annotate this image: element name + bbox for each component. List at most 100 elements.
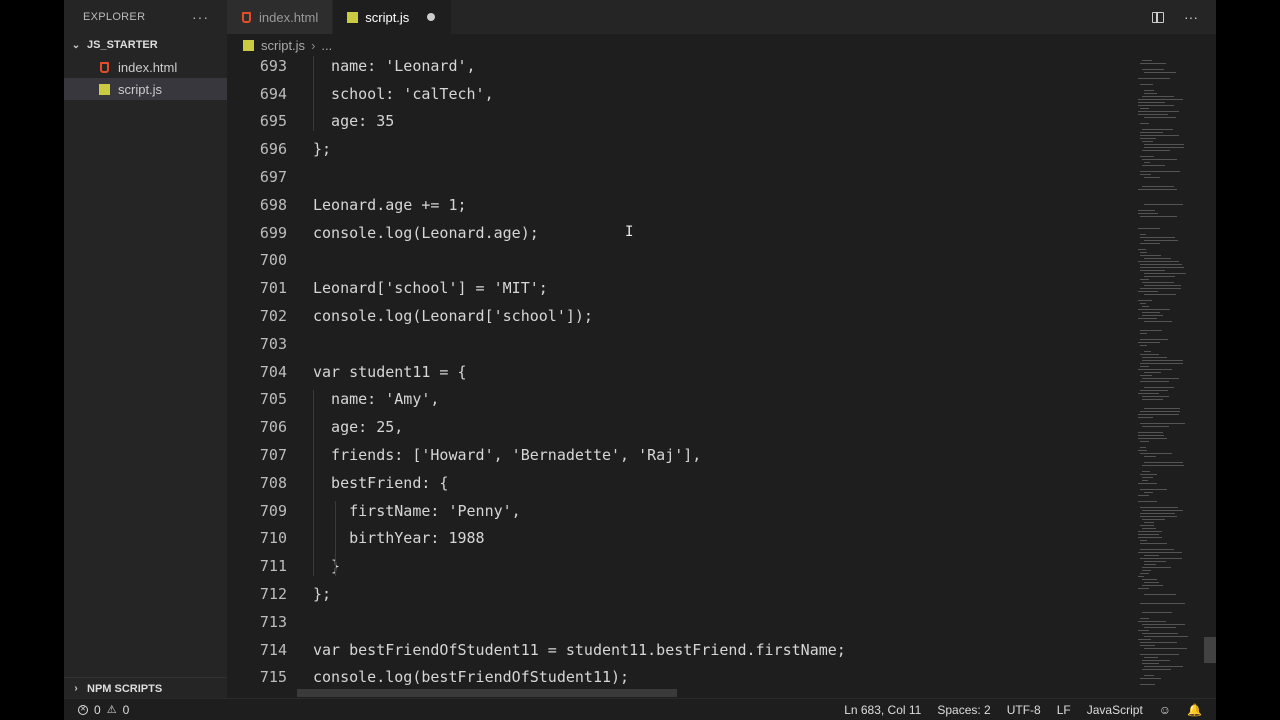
code-line[interactable]: 715 console.log(bestFriendOfStudent11); [227, 664, 1134, 688]
code-line[interactable]: 708 bestFriend: { [227, 469, 1134, 497]
line-number: 693 [259, 56, 287, 75]
code-line[interactable]: 711 } [227, 552, 1134, 580]
code-text[interactable]: }; [313, 140, 331, 158]
code-text[interactable]: bestFriend: { [313, 474, 448, 492]
indentation[interactable]: Spaces: 2 [937, 703, 990, 717]
code-line[interactable]: 714 var bestFriendOfStudent11 = student11… [227, 636, 1134, 664]
code-text[interactable]: var bestFriendOfStudent11 = student11.be… [313, 641, 846, 659]
file-index-html[interactable]: index.html [64, 56, 227, 78]
code-line[interactable]: 710 birthYear: 1988 [227, 525, 1134, 553]
minimap[interactable] [1136, 56, 1206, 688]
code-text[interactable]: name: 'Leonard', [313, 57, 476, 75]
line-number: 711 [259, 557, 287, 576]
minimap-line [1140, 237, 1175, 238]
more-actions-icon[interactable]: ··· [192, 9, 209, 25]
code-line[interactable]: 696}; [227, 135, 1134, 163]
horizontal-scroll-thumb[interactable] [297, 689, 677, 697]
problems-indicator[interactable]: ✕ 0 ⚠ 0 [64, 703, 129, 717]
code-text[interactable]: age: 35 [313, 112, 394, 130]
code-line[interactable]: 706 age: 25, [227, 413, 1134, 441]
project-folder-label: JS_STARTER [87, 39, 158, 51]
code-line[interactable]: 694 school: 'calTech', [227, 80, 1134, 108]
minimap-line [1140, 267, 1184, 268]
code-line[interactable]: 712}; [227, 580, 1134, 608]
cursor-position[interactable]: Ln 683, Col 11 [844, 703, 921, 717]
code-line[interactable]: 697 [227, 163, 1134, 191]
code-text[interactable]: birthYear: 1988 [313, 529, 484, 547]
minimap-line [1138, 228, 1160, 229]
code-line[interactable]: 713 [227, 608, 1134, 636]
code-text[interactable]: console.log(bestFriendOfStudent11); [313, 668, 629, 686]
minimap-line [1142, 480, 1148, 481]
chevron-down-icon: ⌄ [71, 39, 81, 51]
split-editor-icon[interactable] [1152, 11, 1164, 23]
minimap-line [1138, 432, 1163, 433]
minimap-line [1140, 243, 1160, 244]
minimap-line [1144, 627, 1176, 628]
code-text[interactable]: console.log(Leonard['school']); [313, 307, 593, 325]
code-text[interactable]: var student11 = { [313, 363, 467, 381]
explorer-header: EXPLORER ··· [64, 0, 227, 34]
horizontal-scrollbar[interactable] [227, 688, 1134, 698]
code-line[interactable]: 700 [227, 247, 1134, 275]
code-text[interactable]: age: 25, [313, 418, 403, 436]
feedback-icon[interactable]: ☺ [1159, 703, 1171, 717]
minimap-line [1140, 171, 1180, 172]
code-text[interactable]: } [313, 557, 340, 575]
code-line[interactable]: 709 firstName: 'Penny', [227, 497, 1134, 525]
line-number: 709 [259, 501, 287, 520]
chevron-right-icon: › [74, 683, 78, 694]
minimap-line [1142, 528, 1156, 529]
project-folder[interactable]: ⌄ JS_STARTER [64, 34, 227, 56]
encoding[interactable]: UTF-8 [1007, 703, 1041, 717]
minimap-line [1140, 447, 1146, 448]
minimap-line [1142, 96, 1174, 97]
language-mode[interactable]: JavaScript [1087, 703, 1143, 717]
minimap-line [1142, 477, 1153, 478]
minimap-line [1144, 582, 1159, 583]
code-line[interactable]: 698 Leonard.age += 1; [227, 191, 1134, 219]
code-line[interactable]: 704 var student11 = { [227, 358, 1134, 386]
minimap-line [1142, 357, 1167, 358]
code-line[interactable]: 701 Leonard['school'] = 'MIT'; [227, 274, 1134, 302]
minimap-line [1138, 450, 1147, 451]
code-text[interactable]: school: 'calTech', [313, 85, 494, 103]
breadcrumb-file[interactable]: script.js [261, 38, 305, 53]
code-line[interactable]: 703 [227, 330, 1134, 358]
code-text[interactable]: friends: ['Howard', 'Bernadette', 'Raj']… [313, 446, 701, 464]
js-file-icon [241, 38, 255, 52]
minimap-line [1138, 417, 1153, 418]
indent-guide [335, 500, 336, 577]
code-line[interactable]: 695 age: 35 [227, 108, 1134, 136]
tab-more-icon[interactable]: ··· [1184, 9, 1198, 25]
code-line[interactable]: 702 console.log(Leonard['school']); [227, 302, 1134, 330]
code-line[interactable]: 707 friends: ['Howard', 'Bernadette', 'R… [227, 441, 1134, 469]
file-script-js[interactable]: script.js [64, 78, 227, 100]
end-of-line[interactable]: LF [1057, 703, 1071, 717]
breadcrumb-symbol[interactable]: ... [321, 38, 332, 53]
npm-scripts-section[interactable]: › NPM SCRIPTS [64, 677, 227, 699]
code-line[interactable]: 699 console.log(Leonard.age); [227, 219, 1134, 247]
error-count: 0 [94, 702, 101, 717]
code-text[interactable]: Leonard.age += 1; [313, 196, 467, 214]
minimap-line [1140, 390, 1168, 391]
code-line[interactable]: 693 name: 'Leonard', [227, 56, 1134, 80]
tab-script-js[interactable]: script.js [333, 0, 453, 34]
code-editor[interactable]: 693 name: 'Leonard', 694 school: 'calTech… [227, 56, 1134, 688]
code-line[interactable]: 705 name: 'Amy', [227, 386, 1134, 414]
minimap-line [1144, 93, 1157, 94]
code-text[interactable]: Leonard['school'] = 'MIT'; [313, 279, 548, 297]
tab-label: index.html [259, 9, 319, 25]
minimap-line [1142, 426, 1169, 427]
minimap-line [1142, 315, 1163, 316]
code-text[interactable]: firstName: 'Penny', [313, 502, 521, 520]
code-text[interactable]: name: 'Amy', [313, 390, 439, 408]
unsaved-dot-icon[interactable] [427, 13, 436, 21]
tab-index-html[interactable]: index.html [227, 0, 334, 34]
vertical-scrollbar[interactable] [1204, 637, 1216, 663]
minimap-line [1142, 663, 1159, 664]
bell-icon[interactable]: 🔔 [1187, 703, 1202, 717]
code-text[interactable]: }; [313, 585, 331, 603]
minimap-line [1140, 489, 1167, 490]
code-text[interactable]: console.log(Leonard.age); [313, 224, 539, 242]
